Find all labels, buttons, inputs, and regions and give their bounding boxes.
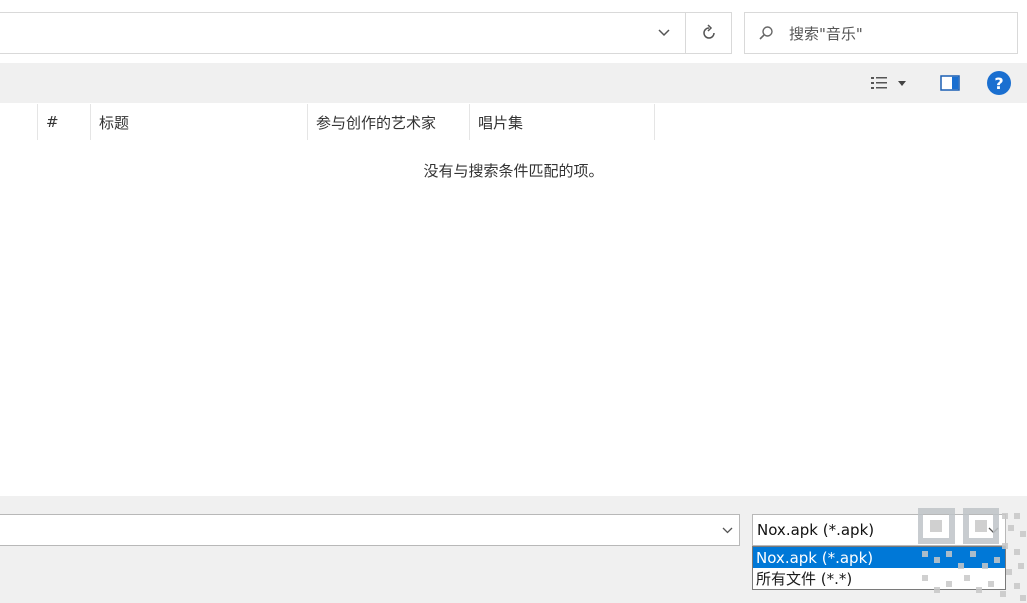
filename-dropdown-button[interactable] xyxy=(722,515,733,545)
column-header-number[interactable]: # xyxy=(38,104,91,140)
chevron-down-icon xyxy=(722,527,733,533)
view-options-button[interactable] xyxy=(862,70,914,96)
help-button[interactable]: ? xyxy=(987,71,1011,95)
search-box[interactable]: 搜索"音乐" xyxy=(744,12,1018,54)
qr-watermark xyxy=(918,508,1026,601)
preview-pane-icon xyxy=(940,75,960,91)
chevron-down-icon xyxy=(658,29,670,37)
address-dropdown-button[interactable] xyxy=(643,12,685,54)
view-list-icon xyxy=(871,77,887,89)
column-header-album[interactable]: 唱片集 xyxy=(470,104,655,140)
column-header-artists[interactable]: 参与创作的艺术家 xyxy=(308,104,470,140)
address-bar[interactable] xyxy=(0,12,732,54)
preview-pane-button[interactable] xyxy=(936,70,964,96)
filetype-selected: Nox.apk (*.apk) xyxy=(757,521,875,539)
refresh-button[interactable] xyxy=(686,12,732,54)
column-header-title[interactable]: 标题 xyxy=(91,104,308,140)
column-header-row: # 标题 参与创作的艺术家 唱片集 xyxy=(0,104,1027,140)
refresh-icon xyxy=(703,24,715,39)
empty-results-message: 没有与搜索条件匹配的项。 xyxy=(0,160,1027,181)
search-placeholder: 搜索"音乐" xyxy=(789,24,863,43)
empty-results-text: 没有与搜索条件匹配的项。 xyxy=(423,162,604,180)
search-icon xyxy=(745,25,787,41)
caret-down-icon xyxy=(898,80,906,86)
filename-combobox[interactable] xyxy=(0,514,740,546)
column-header-spacer xyxy=(0,104,38,140)
